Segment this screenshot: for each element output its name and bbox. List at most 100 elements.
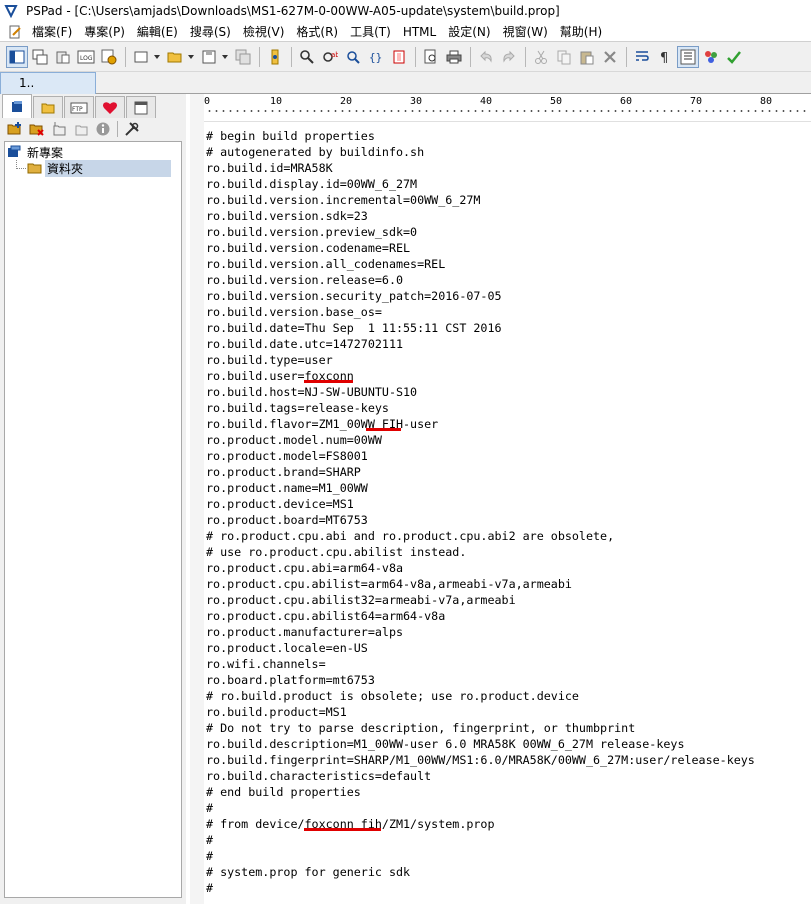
code-text[interactable]: # begin build properties # autogenerated … — [206, 128, 806, 896]
tab-build-prop[interactable]: 1.. build.prop — [0, 72, 96, 110]
code-line[interactable]: # use ro.product.cpu.abilist instead. — [206, 544, 806, 560]
code-line[interactable]: # system.prop for generic sdk — [206, 864, 806, 880]
tab-project[interactable] — [2, 94, 32, 118]
print-preview-button[interactable] — [420, 46, 442, 68]
tab-favorites[interactable] — [95, 96, 125, 118]
undo-button[interactable] — [475, 46, 497, 68]
code-line[interactable]: ro.build.date=Thu Sep 1 11:55:11 CST 201… — [206, 320, 806, 336]
copy-button[interactable] — [553, 46, 575, 68]
code-line[interactable]: ro.build.host=NJ-SW-UBUNTU-S10 — [206, 384, 806, 400]
code-line[interactable]: ro.build.version.preview_sdk=0 — [206, 224, 806, 240]
code-line[interactable]: ro.build.flavor=ZM1_00WW_FIH-user — [206, 416, 806, 432]
code-line[interactable]: # end build properties — [206, 784, 806, 800]
code-line[interactable]: ro.build.description=M1_00WW-user 6.0 MR… — [206, 736, 806, 752]
code-line[interactable]: # — [206, 848, 806, 864]
find-button[interactable] — [296, 46, 318, 68]
cut-button[interactable] — [530, 46, 552, 68]
add-file-button[interactable] — [48, 119, 70, 139]
code-line[interactable]: ro.build.characteristics=default — [206, 768, 806, 784]
delete-button[interactable] — [599, 46, 621, 68]
properties-button[interactable] — [92, 119, 114, 139]
tree-item-folder[interactable]: 資料夾 — [5, 159, 181, 177]
document-edit-icon[interactable] — [8, 25, 22, 39]
code-line[interactable]: # from device/foxconn_fih/ZM1/system.pro… — [206, 816, 806, 832]
new-file-dropdown[interactable] — [153, 46, 161, 68]
bookmark-button[interactable] — [264, 46, 286, 68]
matching-brace-button[interactable]: {} — [365, 46, 387, 68]
code-line[interactable]: ro.build.id=MRA58K — [206, 160, 806, 176]
menu-search[interactable]: 搜尋(S) — [184, 22, 237, 42]
menu-project[interactable]: 專案(P) — [78, 22, 131, 42]
project-settings-button[interactable] — [121, 119, 143, 139]
settings-button[interactable] — [98, 46, 120, 68]
code-line[interactable]: # ro.build.product is obsolete; use ro.p… — [206, 688, 806, 704]
code-line[interactable]: ro.build.product=MS1 — [206, 704, 806, 720]
paste-button[interactable] — [576, 46, 598, 68]
code-line[interactable]: ro.build.version.codename=REL — [206, 240, 806, 256]
project-panel-button[interactable] — [6, 45, 28, 68]
code-line[interactable]: # — [206, 832, 806, 848]
code-line[interactable]: ro.wifi.channels= — [206, 656, 806, 672]
editor-pane[interactable]: 0 10 20 30 40 50 60 70 80 # begin build … — [186, 94, 811, 904]
tree-item-project[interactable]: 新專案 — [5, 144, 181, 160]
code-line[interactable]: # autogenerated by buildinfo.sh — [206, 144, 806, 160]
output-window-button[interactable] — [29, 46, 51, 68]
open-file-dropdown[interactable] — [187, 46, 195, 68]
save-button[interactable] — [198, 46, 220, 68]
menu-format[interactable]: 格式(R) — [290, 22, 344, 42]
code-line[interactable]: ro.product.cpu.abilist32=armeabi-v7a,arm… — [206, 592, 806, 608]
code-line[interactable]: ro.product.cpu.abi=arm64-v8a — [206, 560, 806, 576]
code-line[interactable]: ro.product.model.num=00WW — [206, 432, 806, 448]
code-line[interactable]: ro.build.version.release=6.0 — [206, 272, 806, 288]
code-line[interactable]: ro.product.cpu.abilist64=arm64-v8a — [206, 608, 806, 624]
menu-view[interactable]: 檢視(V) — [237, 22, 291, 42]
save-all-button[interactable] — [232, 46, 254, 68]
code-line[interactable]: # ro.product.cpu.abi and ro.product.cpu.… — [206, 528, 806, 544]
code-line[interactable]: ro.build.version.security_patch=2016-07-… — [206, 288, 806, 304]
code-line[interactable]: ro.product.name=M1_00WW — [206, 480, 806, 496]
code-line[interactable]: ro.product.device=MS1 — [206, 496, 806, 512]
code-line[interactable]: ro.board.platform=mt6753 — [206, 672, 806, 688]
code-line[interactable]: ro.product.cpu.abilist=arm64-v8a,armeabi… — [206, 576, 806, 592]
log-button[interactable]: LOG — [75, 46, 97, 68]
remove-folder-button[interactable] — [26, 119, 48, 139]
word-wrap-button[interactable] — [631, 46, 653, 68]
code-line[interactable]: # — [206, 880, 806, 896]
menu-tools[interactable]: 工具(T) — [344, 22, 397, 42]
menu-file[interactable]: 檔案(F) — [26, 22, 78, 42]
code-line[interactable]: ro.product.manufacturer=alps — [206, 624, 806, 640]
menu-settings[interactable]: 設定(N) — [442, 22, 496, 42]
tab-ftp[interactable]: FTP — [64, 96, 94, 118]
replace-button[interactable]: ab — [319, 46, 341, 68]
menu-html[interactable]: HTML — [397, 22, 442, 42]
code-line[interactable]: # — [206, 800, 806, 816]
open-file-button[interactable] — [164, 46, 186, 68]
save-dropdown[interactable] — [221, 46, 229, 68]
code-line[interactable]: ro.build.display.id=00WW_6_27M — [206, 176, 806, 192]
check-button[interactable] — [723, 46, 745, 68]
code-line[interactable]: ro.build.version.all_codenames=REL — [206, 256, 806, 272]
tab-open-windows[interactable] — [126, 96, 156, 118]
menu-edit[interactable]: 編輯(E) — [131, 22, 184, 42]
code-line[interactable]: ro.build.date.utc=1472702111 — [206, 336, 806, 352]
code-line[interactable]: ro.build.version.base_os= — [206, 304, 806, 320]
code-line[interactable]: ro.build.tags=release-keys — [206, 400, 806, 416]
find-in-files-button[interactable] — [342, 46, 364, 68]
code-line[interactable]: ro.product.model=FS8001 — [206, 448, 806, 464]
redo-button[interactable] — [498, 46, 520, 68]
code-line[interactable]: ro.product.board=MT6753 — [206, 512, 806, 528]
code-line[interactable]: ro.product.brand=SHARP — [206, 464, 806, 480]
code-line[interactable]: ro.build.version.incremental=00WW_6_27M — [206, 192, 806, 208]
syntax-highlight-button[interactable] — [700, 46, 722, 68]
show-special-chars-button[interactable]: ¶ — [654, 46, 676, 68]
code-line[interactable]: ro.build.type=user — [206, 352, 806, 368]
line-numbers-button[interactable] — [677, 45, 699, 68]
code-line[interactable]: ro.build.version.sdk=23 — [206, 208, 806, 224]
code-line[interactable]: ro.build.fingerprint=SHARP/M1_00WW/MS1:6… — [206, 752, 806, 768]
print-button[interactable] — [443, 46, 465, 68]
new-file-button[interactable] — [130, 46, 152, 68]
menu-help[interactable]: 幫助(H) — [554, 22, 608, 42]
code-line[interactable]: # begin build properties — [206, 128, 806, 144]
remove-file-button[interactable] — [70, 119, 92, 139]
match-bracket-button[interactable] — [388, 46, 410, 68]
